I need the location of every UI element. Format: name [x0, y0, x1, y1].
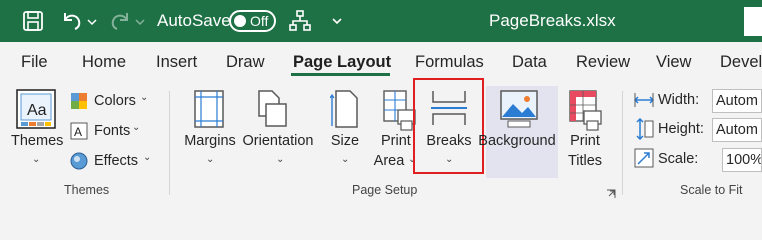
- background-icon: [500, 90, 538, 128]
- themes-button[interactable]: Themes: [11, 133, 63, 149]
- ribbon-tabs: File Home Insert Draw Page Layout Formul…: [0, 42, 762, 82]
- search-box-edge[interactable]: [744, 7, 762, 36]
- customize-toolbar-icon[interactable]: [331, 14, 343, 26]
- svg-text:A: A: [74, 125, 82, 139]
- effects-button[interactable]: Effects: [94, 153, 138, 169]
- tab-developer[interactable]: Devel: [720, 42, 762, 82]
- toggle-knob: [234, 15, 246, 27]
- background-button[interactable]: Background: [478, 133, 556, 149]
- size-dropdown-icon[interactable]: ⌄: [341, 154, 349, 165]
- document-title: PageBreaks.xlsx: [489, 11, 616, 30]
- colors-icon: [70, 92, 88, 110]
- print-area-line2[interactable]: Area: [372, 153, 406, 169]
- effects-dropdown-icon[interactable]: ⌄: [143, 152, 151, 163]
- tab-file[interactable]: File: [21, 42, 48, 82]
- themes-icon: Aa: [16, 89, 56, 129]
- breaks-icon: [430, 90, 468, 126]
- tab-home[interactable]: Home: [82, 42, 126, 82]
- orientation-dropdown-icon[interactable]: ⌄: [276, 154, 284, 165]
- page-setup-launcher-icon[interactable]: [606, 186, 616, 198]
- margins-icon: [194, 90, 224, 128]
- scale-icon: [634, 148, 654, 168]
- scale-spinner[interactable]: 100%: [722, 148, 762, 172]
- save-icon[interactable]: [22, 10, 44, 32]
- svg-text:Aa: Aa: [27, 102, 47, 119]
- orientation-icon: [258, 90, 288, 128]
- themes-group-label: Themes: [64, 183, 110, 197]
- print-titles-icon: [568, 90, 602, 132]
- tab-page-layout[interactable]: Page Layout: [293, 42, 391, 82]
- width-icon: [633, 91, 655, 109]
- height-icon: [634, 117, 654, 141]
- autosave-toggle[interactable]: Off: [229, 10, 276, 32]
- print-titles-line1[interactable]: Print: [569, 133, 601, 149]
- group-separator: [622, 91, 623, 195]
- title-bar: AutoSave Off PageBreaks.xlsx: [0, 0, 762, 42]
- themes-dropdown-icon[interactable]: ⌄: [32, 154, 40, 165]
- tab-insert[interactable]: Insert: [156, 42, 197, 82]
- breaks-dropdown-icon[interactable]: ⌄: [445, 154, 453, 165]
- tab-data[interactable]: Data: [512, 42, 547, 82]
- print-area-icon: [382, 90, 416, 132]
- fonts-dropdown-icon[interactable]: ⌄: [132, 122, 140, 133]
- height-label: Height:: [658, 121, 704, 137]
- scale-label: Scale:: [658, 151, 699, 167]
- autosave-label: AutoSave: [157, 11, 231, 30]
- scale-group-label: Scale to Fit: [680, 183, 743, 197]
- tab-view[interactable]: View: [656, 42, 691, 82]
- width-select[interactable]: Autom: [712, 89, 762, 113]
- colors-button[interactable]: Colors: [94, 93, 136, 109]
- autosave-state: Off: [250, 13, 269, 29]
- undo-dropdown-icon[interactable]: [87, 14, 97, 26]
- width-label: Width:: [658, 92, 700, 108]
- height-select[interactable]: Autom: [712, 118, 762, 142]
- active-tab-indicator: [291, 73, 390, 76]
- margins-dropdown-icon[interactable]: ⌄: [206, 154, 214, 165]
- print-area-line1[interactable]: Print: [381, 133, 411, 149]
- effects-icon: [70, 152, 88, 170]
- orientation-button[interactable]: Orientation: [240, 133, 316, 149]
- breaks-button[interactable]: Breaks: [424, 133, 474, 149]
- share-structure-icon[interactable]: [288, 9, 312, 33]
- redo-icon[interactable]: [108, 9, 132, 33]
- page-setup-group-label: Page Setup: [352, 183, 418, 197]
- undo-icon[interactable]: [60, 9, 84, 33]
- colors-dropdown-icon[interactable]: ⌄: [140, 92, 148, 103]
- size-icon: [329, 90, 358, 128]
- tab-review[interactable]: Review: [576, 42, 630, 82]
- fonts-button[interactable]: Fonts: [94, 123, 130, 139]
- margins-button[interactable]: Margins: [183, 133, 237, 149]
- redo-dropdown-icon[interactable]: [135, 14, 145, 26]
- group-separator: [169, 91, 170, 195]
- print-titles-line2[interactable]: Titles: [566, 153, 604, 169]
- size-button[interactable]: Size: [329, 133, 361, 149]
- fonts-icon: A: [70, 122, 88, 140]
- tab-draw[interactable]: Draw: [226, 42, 265, 82]
- tab-formulas[interactable]: Formulas: [415, 42, 484, 82]
